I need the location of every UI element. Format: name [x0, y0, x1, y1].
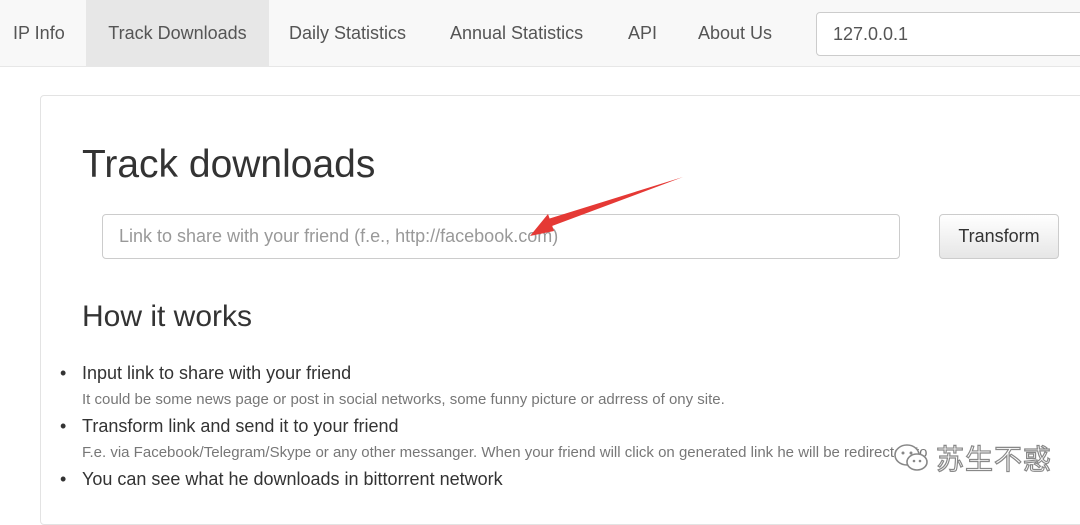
bullet-icon: •	[60, 469, 67, 489]
bullet-icon: •	[60, 416, 67, 436]
list-item: • You can see what he downloads in bitto…	[60, 466, 927, 493]
step-title: You can see what he downloads in bittorr…	[82, 469, 503, 489]
bullet-icon: •	[60, 363, 67, 383]
ip-search-input[interactable]	[816, 12, 1080, 56]
nav-tab-track-downloads[interactable]: Track Downloads	[86, 0, 269, 67]
steps-list: • Input link to share with your friend I…	[60, 360, 927, 493]
list-item: • Input link to share with your friend I…	[60, 360, 927, 413]
transform-button[interactable]: Transform	[939, 214, 1059, 259]
watermark: 苏生不惑	[892, 438, 1052, 478]
how-it-works-title: How it works	[82, 300, 253, 333]
top-navbar: IP Info Track Downloads Daily Statistics…	[0, 0, 1080, 67]
nav-tab-about-us[interactable]: About Us	[698, 0, 772, 67]
step-description: It could be some news page or post in so…	[82, 391, 725, 408]
nav-tab-annual-statistics[interactable]: Annual Statistics	[450, 0, 583, 67]
share-link-input[interactable]	[102, 214, 900, 259]
page-title: Track downloads	[82, 143, 376, 186]
step-title: Input link to share with your friend	[82, 363, 352, 383]
nav-tab-daily-statistics[interactable]: Daily Statistics	[289, 0, 406, 67]
step-title: Transform link and send it to your frien…	[82, 416, 399, 436]
list-item: • Transform link and send it to your fri…	[60, 413, 927, 466]
nav-tab-api[interactable]: API	[628, 0, 657, 67]
watermark-text: 苏生不惑	[935, 442, 1052, 476]
nav-tab-ip-info[interactable]: IP Info	[0, 0, 78, 67]
wechat-logo-icon	[894, 444, 928, 471]
step-description: F.e. via Facebook/Telegram/Skype or any …	[82, 444, 928, 461]
